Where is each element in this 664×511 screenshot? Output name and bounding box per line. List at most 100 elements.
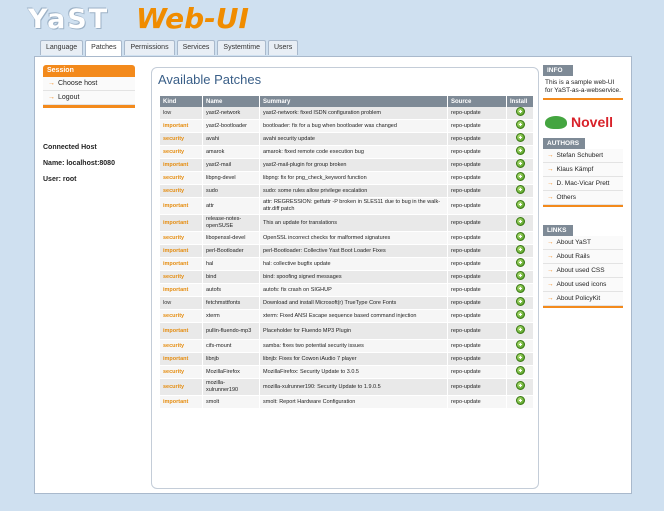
install-plus-icon[interactable]: [515, 200, 525, 209]
install-plus-icon[interactable]: [515, 159, 525, 168]
patch-kind: important: [160, 214, 203, 232]
patch-source: repo-update: [447, 244, 507, 258]
install-plus-icon[interactable]: [515, 245, 525, 254]
install-cell: [506, 158, 534, 172]
install-plus-icon[interactable]: [515, 146, 525, 155]
author-item[interactable]: → D. Mac-Vicar Prett: [543, 177, 623, 191]
col-source[interactable]: Source: [447, 96, 507, 107]
install-cell: [506, 283, 534, 297]
connected-host-heading: Connected Host: [43, 144, 97, 151]
patch-source: repo-update: [447, 339, 507, 353]
table-row: low yast2-network yast2-network: fixed ISD…: [160, 107, 534, 120]
install-plus-icon[interactable]: [515, 120, 525, 129]
patch-source: repo-update: [447, 309, 507, 323]
install-plus-icon[interactable]: [515, 185, 525, 194]
link-item[interactable]: → About used icons: [543, 278, 623, 292]
install-cell: [506, 184, 534, 198]
arrow-bullet-icon: →: [547, 239, 554, 246]
patch-summary: sudo: some rules allow privilege escalat…: [259, 184, 448, 198]
tab-users[interactable]: Users: [267, 40, 299, 55]
link-item[interactable]: → About Rails: [543, 250, 623, 264]
install-plus-icon[interactable]: [515, 133, 525, 142]
arrow-bullet-icon: →: [48, 94, 55, 101]
install-plus-icon[interactable]: [515, 310, 525, 319]
patch-source: repo-update: [447, 214, 507, 232]
install-plus-icon[interactable]: [515, 284, 525, 293]
install-plus-icon[interactable]: [515, 232, 525, 241]
col-name[interactable]: Name: [202, 96, 260, 107]
authors-title: AUTHORS: [543, 138, 585, 149]
patch-name: fetchmsttfonts: [202, 296, 260, 310]
install-plus-icon[interactable]: [515, 340, 525, 349]
table-row: important yast2-bootloader bootloader: fix…: [160, 119, 534, 133]
table-header-row: Kind Name Summary Source Install: [160, 96, 534, 107]
install-plus-icon[interactable]: [515, 271, 525, 280]
patch-kind: security: [160, 378, 203, 396]
install-plus-icon[interactable]: [515, 297, 525, 306]
install-plus-icon[interactable]: [515, 258, 525, 267]
table-row: security xterm xterm: Fixed ANSI Escape se…: [160, 309, 534, 323]
table-row: security cifs-mount samba: fixes two poten…: [160, 339, 534, 353]
patch-source: repo-update: [447, 184, 507, 198]
table-row: security libopenssl-devel OpenSSL incorrec…: [160, 231, 534, 245]
link-item[interactable]: → About YaST: [543, 236, 623, 250]
install-plus-icon[interactable]: [515, 217, 525, 226]
arrow-bullet-icon: →: [547, 281, 554, 288]
patch-source: repo-update: [447, 296, 507, 310]
authors-list: → Stefan Schubert → Klaus Kämpf → D. Mac-Vi…: [543, 149, 623, 207]
col-summary[interactable]: Summary: [259, 96, 448, 107]
col-kind[interactable]: Kind: [160, 96, 203, 107]
link-label: About Rails: [556, 253, 590, 260]
tab-language[interactable]: Language: [40, 40, 84, 55]
links-list: → About YaST → About Rails → About used CSS…: [543, 236, 623, 308]
links-title: LINKS: [543, 225, 573, 236]
table-row: important perl-Bootloader perl-Bootloader:…: [160, 244, 534, 258]
col-install[interactable]: Install: [506, 96, 534, 107]
logout-link[interactable]: → Logout: [43, 91, 135, 105]
patch-kind: security: [160, 365, 203, 379]
tab-permissions[interactable]: Permissions: [124, 40, 175, 55]
patch-source: repo-update: [447, 119, 507, 133]
install-plus-icon[interactable]: [515, 172, 525, 181]
host-name: Name: localhost:8080: [43, 160, 115, 167]
patch-source: repo-update: [447, 378, 507, 396]
install-plus-icon[interactable]: [515, 396, 525, 405]
table-row: important libnjb libnjb: Fixes for Cowon i…: [160, 352, 534, 366]
install-plus-icon[interactable]: [515, 107, 525, 116]
patch-source: repo-update: [447, 283, 507, 297]
patch-summary: autofs: fix crash on SIGHUP: [259, 283, 448, 297]
table-row: important hal hal: collective bugfix updat…: [160, 257, 534, 271]
tab-services[interactable]: Services: [176, 40, 216, 55]
install-plus-icon[interactable]: [515, 366, 525, 375]
link-item[interactable]: → About used CSS: [543, 264, 623, 278]
choose-host-label: Choose host: [58, 80, 98, 87]
patch-source: repo-update: [447, 395, 507, 409]
patch-summary: yast2-mail-plugin for group broken: [259, 158, 448, 172]
install-cell: [506, 197, 534, 215]
tab-systemtime[interactable]: Systemtime: [217, 40, 266, 55]
session-footer-bar: [43, 105, 135, 108]
table-row: important smolt smolt: Report Hardware Con…: [160, 395, 534, 409]
install-plus-icon[interactable]: [515, 325, 525, 334]
right-column: INFO This is a sample web-UI for YaST-as…: [543, 65, 623, 308]
author-item[interactable]: → Stefan Schubert: [543, 149, 623, 163]
novell-logo-text: Novell: [571, 114, 614, 130]
tab-patches[interactable]: Patches: [85, 40, 123, 57]
link-item[interactable]: → About PolicyKit: [543, 292, 623, 306]
patch-source: repo-update: [447, 231, 507, 245]
patch-summary: hal: collective bugfix update: [259, 257, 448, 271]
install-plus-icon[interactable]: [515, 381, 525, 390]
author-label: Klaus Kämpf: [556, 166, 594, 173]
author-item[interactable]: → Klaus Kämpf: [543, 163, 623, 177]
arrow-bullet-icon: →: [547, 295, 554, 302]
patch-source: repo-update: [447, 352, 507, 366]
patch-kind: important: [160, 158, 203, 172]
arrow-bullet-icon: →: [547, 180, 554, 187]
patch-summary: attr: REGRESSION: getfattr -P broken in …: [259, 197, 448, 215]
author-item[interactable]: → Others: [543, 191, 623, 205]
logo-yast: YaST: [28, 4, 110, 35]
install-plus-icon[interactable]: [515, 353, 525, 362]
install-cell: [506, 270, 534, 284]
choose-host-link[interactable]: → Choose host: [43, 77, 135, 91]
patch-name: yast2-bootloader: [202, 119, 260, 133]
